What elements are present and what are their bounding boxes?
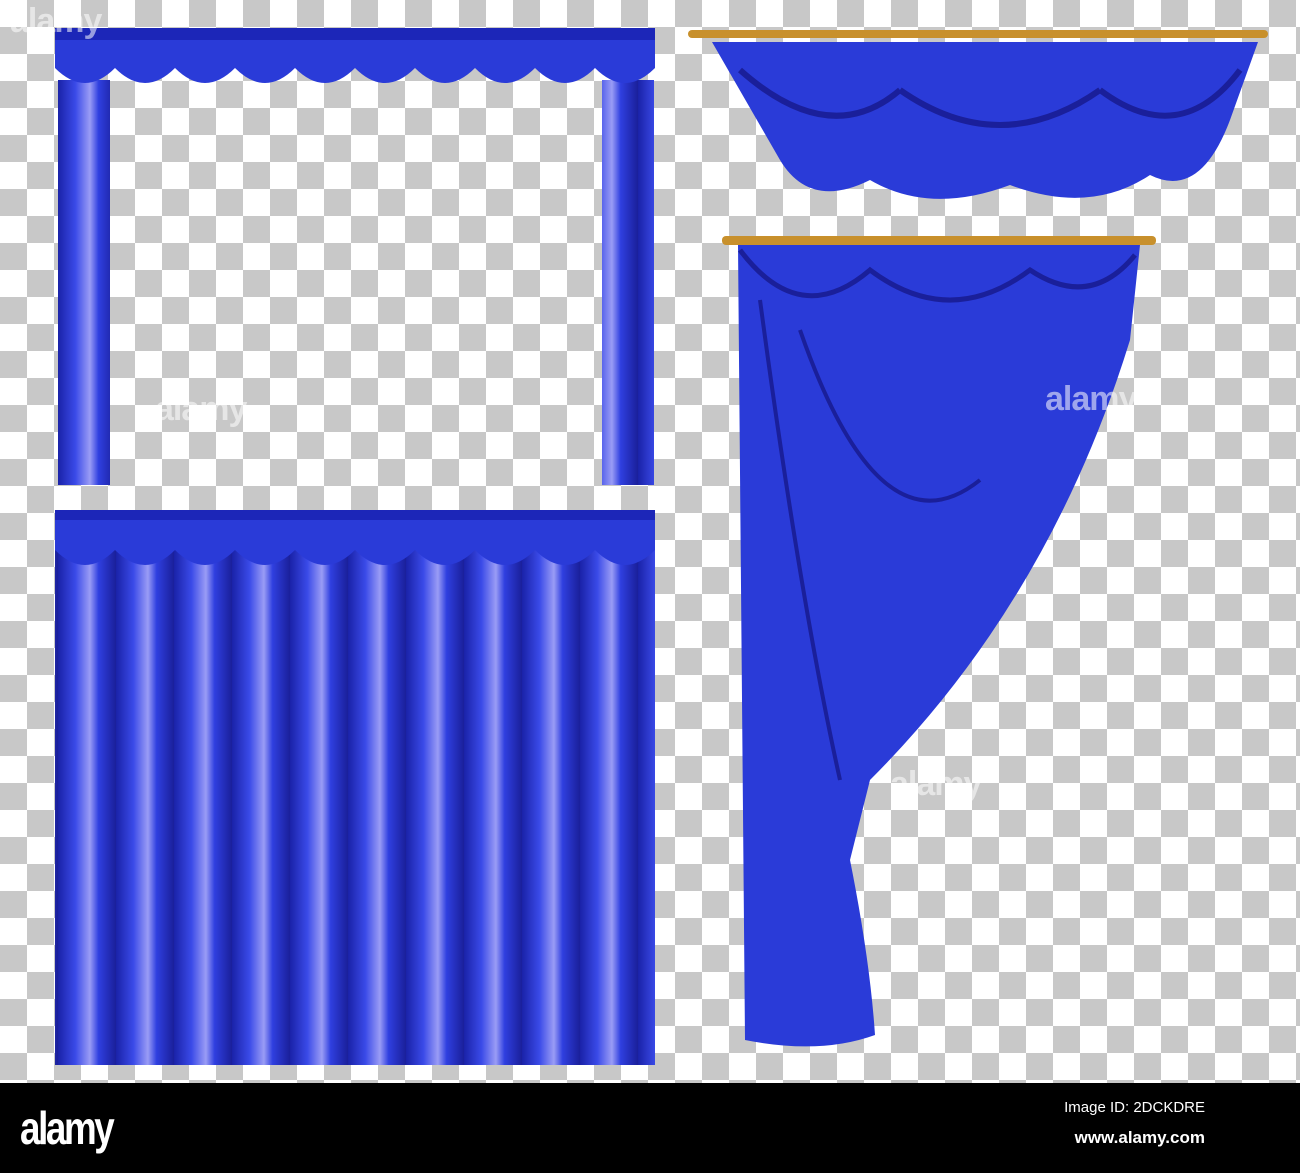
tied-side-curtain [722,236,1156,1047]
curtain-rod [688,30,1268,38]
closed-stage-curtain [55,510,655,1065]
watermark: alamy [1045,380,1137,418]
watermark: alamy [890,765,982,803]
valance-curtain [688,30,1268,199]
watermark: alamy [10,2,102,40]
curtain-rod [722,236,1156,245]
alamy-logo: alamy [20,1102,115,1154]
footer-bar: alamy Image ID: 2DCKDRE www.alamy.com [0,1083,1300,1173]
stage-frame-curtain [55,28,655,485]
watermark: alamy [155,390,247,428]
curtains-illustration [55,28,1268,1065]
site-url: www.alamy.com [1074,1128,1205,1147]
image-id: Image ID: 2DCKDRE [1064,1099,1205,1116]
